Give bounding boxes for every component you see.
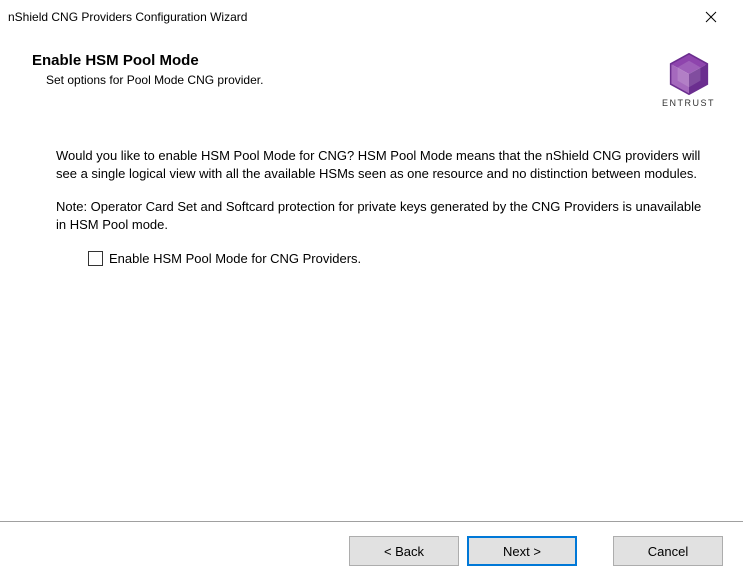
cancel-button[interactable]: Cancel (613, 536, 723, 566)
page-title: Enable HSM Pool Mode (32, 52, 662, 69)
brand-logo: ENTRUST (662, 52, 715, 108)
next-button[interactable]: Next > (467, 536, 577, 566)
enable-pool-mode-checkbox[interactable] (88, 251, 103, 266)
description-text: Would you like to enable HSM Pool Mode f… (56, 147, 703, 182)
back-button[interactable]: < Back (349, 536, 459, 566)
brand-name: ENTRUST (662, 98, 715, 108)
enable-pool-mode-option[interactable]: Enable HSM Pool Mode for CNG Providers. (88, 251, 703, 266)
hexagon-icon (667, 52, 711, 96)
titlebar: nShield CNG Providers Configuration Wiza… (0, 0, 743, 34)
page-subtitle: Set options for Pool Mode CNG provider. (46, 73, 662, 87)
note-text: Note: Operator Card Set and Softcard pro… (56, 198, 703, 233)
window-title: nShield CNG Providers Configuration Wiza… (8, 10, 247, 24)
wizard-header: Enable HSM Pool Mode Set options for Poo… (0, 34, 743, 122)
header-text: Enable HSM Pool Mode Set options for Poo… (32, 52, 662, 87)
checkbox-label: Enable HSM Pool Mode for CNG Providers. (109, 251, 361, 266)
content-area: Would you like to enable HSM Pool Mode f… (0, 123, 743, 266)
close-button[interactable] (691, 3, 731, 31)
close-icon (705, 11, 717, 23)
wizard-footer: < Back Next > Cancel (0, 521, 743, 584)
